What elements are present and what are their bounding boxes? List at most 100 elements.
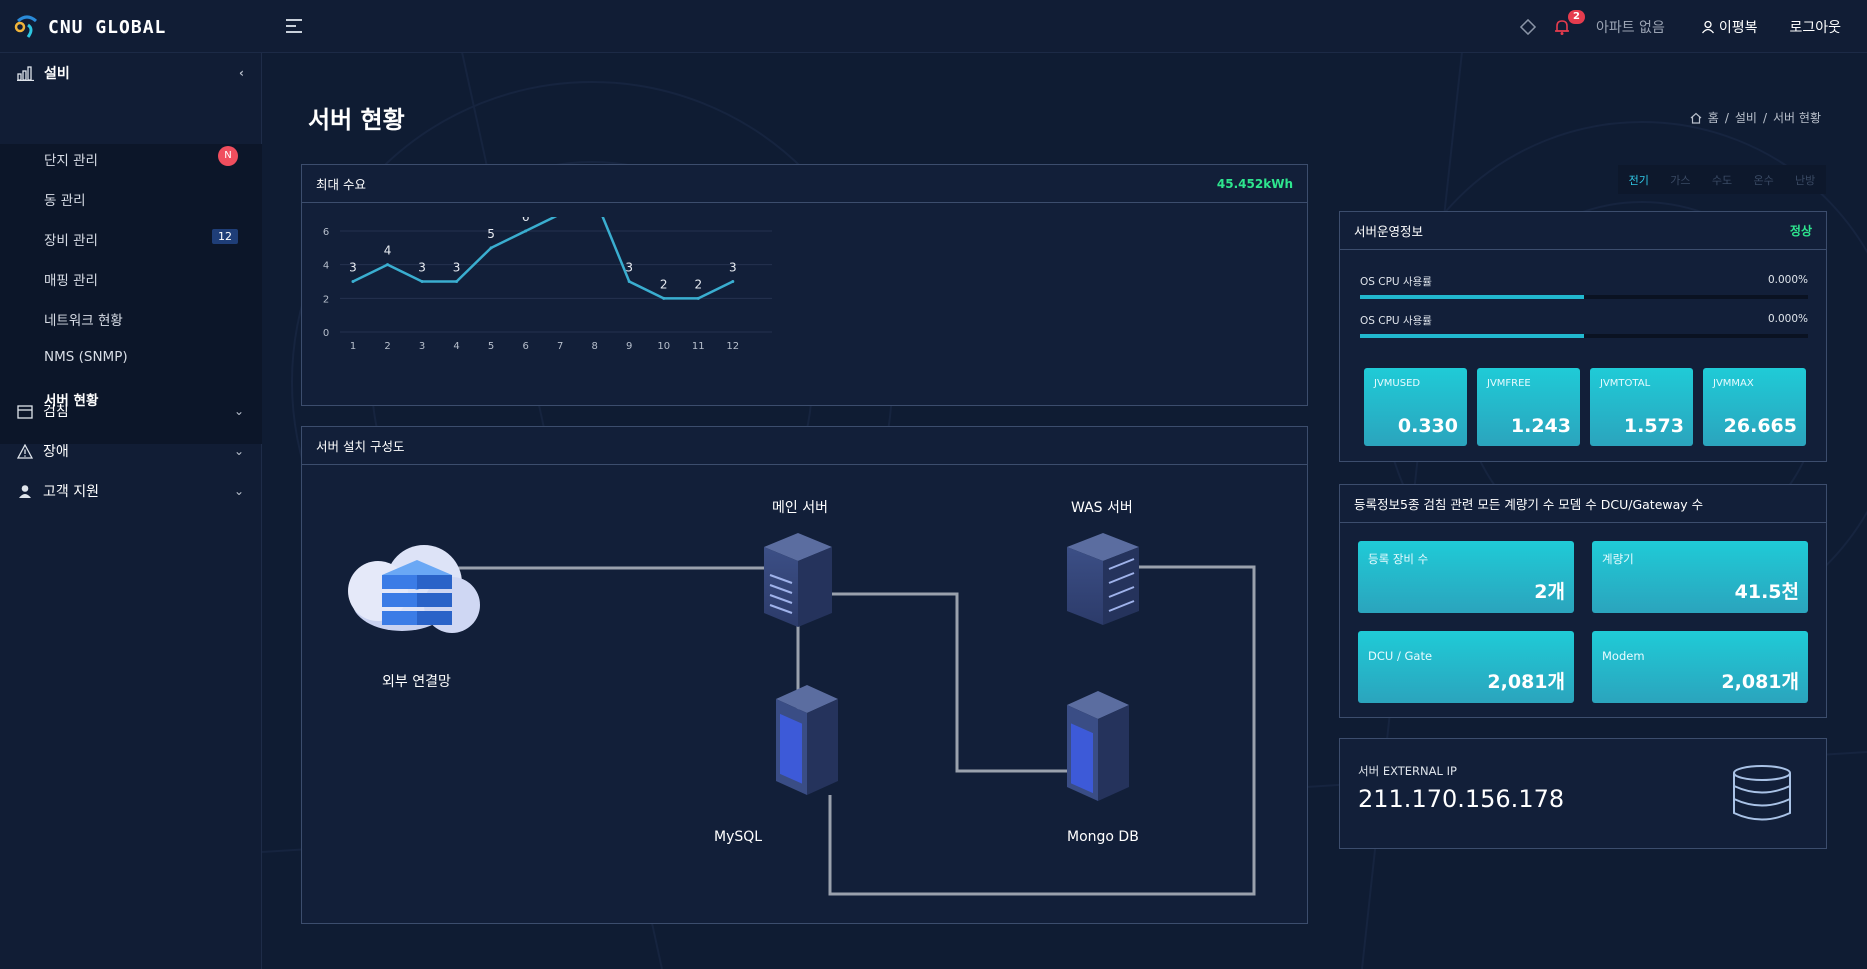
sidebar-section-label: 검침 bbox=[43, 404, 69, 420]
mongo-label: Mongo DB bbox=[1067, 829, 1139, 845]
apartment-selector[interactable]: 아파트 없음 bbox=[1596, 17, 1665, 37]
tile-value: 1.573 bbox=[1623, 415, 1684, 437]
user-icon bbox=[1701, 20, 1714, 33]
diamond-icon[interactable] bbox=[1519, 18, 1536, 35]
cpu-usage-row: OS CPU 사용률 0.000% bbox=[1360, 274, 1808, 299]
jvm-max-tile: JVMMAX 26.665 bbox=[1703, 368, 1806, 446]
sidebar-section-failure[interactable]: 장애 ⌄ bbox=[0, 432, 262, 470]
header-actions: 2 아파트 없음 이평복 로그아웃 bbox=[1519, 0, 1867, 53]
network-diagram bbox=[348, 533, 1256, 896]
breadcrumb-equipment[interactable]: 설비 bbox=[1735, 109, 1757, 126]
card-title: 서버 설치 구성도 bbox=[316, 439, 405, 454]
x-tick-label: 2 bbox=[384, 341, 390, 352]
y-tick-label: 2 bbox=[323, 294, 329, 305]
sidebar-section-label: 설비 bbox=[44, 66, 70, 82]
tab-heating[interactable]: 난방 bbox=[1795, 172, 1815, 188]
tile-value: 1.243 bbox=[1510, 415, 1571, 437]
tab-electricity[interactable]: 전기 bbox=[1629, 172, 1649, 188]
x-tick-label: 10 bbox=[657, 341, 670, 352]
external-ip-value: 211.170.156.178 bbox=[1358, 785, 1565, 813]
tile-value: 41.5천 bbox=[1734, 581, 1799, 603]
data-label: 2 bbox=[660, 277, 668, 291]
jvm-used-tile: JVMUSED 0.330 bbox=[1364, 368, 1467, 446]
external-network-label: 외부 연결망 bbox=[382, 674, 451, 690]
sidebar-item-mapping[interactable]: 매핑 관리 bbox=[44, 269, 98, 289]
chevron-down-icon[interactable]: ⌄ bbox=[234, 404, 244, 418]
home-icon[interactable] bbox=[1690, 112, 1702, 124]
tile-label: 등록 장비 수 bbox=[1368, 552, 1429, 566]
chevron-left-icon[interactable]: ‹ bbox=[239, 66, 244, 80]
cpu-usage-bar-fill bbox=[1360, 295, 1584, 299]
x-tick-label: 9 bbox=[626, 341, 632, 352]
sidebar-item-network[interactable]: 네트워크 현황 bbox=[44, 309, 123, 329]
jvm-free-tile: JVMFREE 1.243 bbox=[1477, 368, 1580, 446]
chevron-down-icon[interactable]: ⌄ bbox=[234, 444, 244, 458]
registered-devices-tile: 등록 장비 수 2개 bbox=[1358, 541, 1574, 613]
sidebar-item-nms[interactable]: NMS (SNMP) bbox=[44, 349, 128, 365]
sidebar-item-device[interactable]: 장비 관리 bbox=[44, 229, 98, 249]
sidebar-item-building[interactable]: 동 관리 bbox=[44, 189, 86, 209]
was-server-icon bbox=[1067, 533, 1139, 625]
data-point bbox=[731, 280, 735, 283]
registration-card: 등록정보5종 검침 관련 모든 계량기 수 모뎀 수 DCU/Gateway 수… bbox=[1339, 484, 1827, 718]
tile-value: 26.665 bbox=[1723, 415, 1797, 437]
data-label: 5 bbox=[487, 227, 495, 241]
user-profile[interactable]: 이평복 bbox=[1701, 17, 1758, 37]
data-label: 3 bbox=[453, 261, 461, 275]
main-server-icon bbox=[764, 533, 832, 627]
chevron-down-icon[interactable]: ⌄ bbox=[234, 484, 244, 498]
tab-water[interactable]: 수도 bbox=[1712, 172, 1732, 188]
data-point bbox=[696, 296, 700, 300]
tile-label: JVMMAX bbox=[1713, 378, 1754, 389]
sidebar-section-support[interactable]: 고객 지원 ⌄ bbox=[0, 472, 262, 510]
sidebar-section-metering[interactable]: 검침 ⌄ bbox=[0, 392, 262, 430]
x-tick-label: 3 bbox=[419, 341, 425, 352]
cpu-usage-bar bbox=[1360, 334, 1808, 338]
logout-button[interactable]: 로그아웃 bbox=[1789, 17, 1841, 37]
tab-hot-water[interactable]: 온수 bbox=[1753, 172, 1773, 188]
cpu-usage-label: OS CPU 사용률 bbox=[1360, 315, 1432, 327]
x-tick-label: 1 bbox=[350, 341, 356, 352]
status-badge: 정상 bbox=[1789, 224, 1812, 238]
card-title: 서버운영정보 bbox=[1354, 224, 1424, 239]
y-tick-label: 0 bbox=[323, 328, 329, 339]
meters-tile: 계량기 41.5천 bbox=[1592, 541, 1808, 613]
cpu-usage-value: 0.000% bbox=[1767, 313, 1808, 325]
user-name: 이평복 bbox=[1718, 19, 1758, 36]
tile-value: 2개 bbox=[1534, 581, 1565, 603]
tile-label: DCU / Gate bbox=[1368, 649, 1433, 663]
demand-value: 45.452kWh bbox=[1216, 176, 1293, 191]
tile-label: JVMFREE bbox=[1487, 378, 1531, 389]
modem-tile: Modem 2,081개 bbox=[1592, 631, 1808, 703]
x-tick-label: 6 bbox=[522, 341, 528, 352]
tile-label: Modem bbox=[1602, 649, 1645, 663]
sidebar-section-equipment[interactable]: 설비 ‹ bbox=[0, 54, 262, 92]
notification-bell-icon[interactable]: 2 bbox=[1554, 9, 1585, 36]
menu-toggle-icon[interactable] bbox=[284, 16, 306, 36]
data-label: 2 bbox=[694, 277, 702, 291]
sidebar-item-complex[interactable]: 단지 관리 bbox=[44, 149, 98, 169]
mongo-server-icon bbox=[1067, 691, 1129, 801]
tab-gas[interactable]: 가스 bbox=[1670, 172, 1690, 188]
tile-value: 2,081개 bbox=[1487, 671, 1565, 693]
external-ip-label: 서버 EXTERNAL IP bbox=[1358, 764, 1457, 778]
breadcrumb-separator: / bbox=[1724, 110, 1729, 125]
mysql-server-icon bbox=[776, 685, 838, 795]
top-bar: CNU GLOBAL 2 아파트 없음 이평복 로그아웃 bbox=[0, 0, 1867, 53]
card-title: 등록정보5종 검침 관련 모든 계량기 수 모뎀 수 DCU/Gateway 수 bbox=[1354, 497, 1704, 512]
sidebar-section-label: 고객 지원 bbox=[43, 484, 99, 500]
database-icon bbox=[1733, 765, 1791, 821]
card-header: 등록정보5종 검침 관련 모든 계량기 수 모뎀 수 DCU/Gateway 수 bbox=[1340, 485, 1826, 523]
x-tick-label: 8 bbox=[592, 341, 598, 352]
install-card: 서버 설치 구성도 외부 연결망 메인 서버 WAS 서버 MySQL Mong… bbox=[301, 426, 1308, 924]
cpu-usage-value: 0.000% bbox=[1767, 274, 1808, 286]
data-label: 3 bbox=[625, 261, 633, 275]
card-header: 최대 수요 45.452kWh bbox=[302, 165, 1307, 203]
brand-name: CNU GLOBAL bbox=[48, 16, 167, 38]
brand-logo[interactable]: CNU GLOBAL bbox=[14, 15, 166, 39]
breadcrumb-home[interactable]: 홈 bbox=[1708, 109, 1719, 126]
calendar-icon bbox=[17, 404, 33, 419]
card-header: 서버 설치 구성도 bbox=[302, 427, 1307, 465]
cpu-usage-label: OS CPU 사용률 bbox=[1360, 276, 1432, 288]
jvm-total-tile: JVMTOTAL 1.573 bbox=[1590, 368, 1693, 446]
